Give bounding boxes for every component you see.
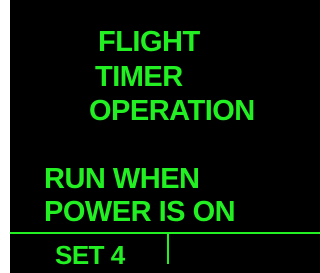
softkey-divider — [10, 232, 320, 234]
softkey-separator — [167, 233, 169, 264]
title-line-operation: OPERATION — [89, 95, 255, 127]
mode-line-power-is-on: POWER IS ON — [44, 196, 236, 228]
timer-display-screen: FLIGHT TIMER OPERATION RUN WHEN POWER IS… — [10, 0, 320, 273]
title-line-timer: TIMER — [95, 61, 183, 93]
title-line-flight: FLIGHT — [98, 26, 200, 58]
set-4-softkey[interactable]: SET 4 — [55, 240, 125, 270]
mode-line-run-when: RUN WHEN — [44, 163, 200, 195]
